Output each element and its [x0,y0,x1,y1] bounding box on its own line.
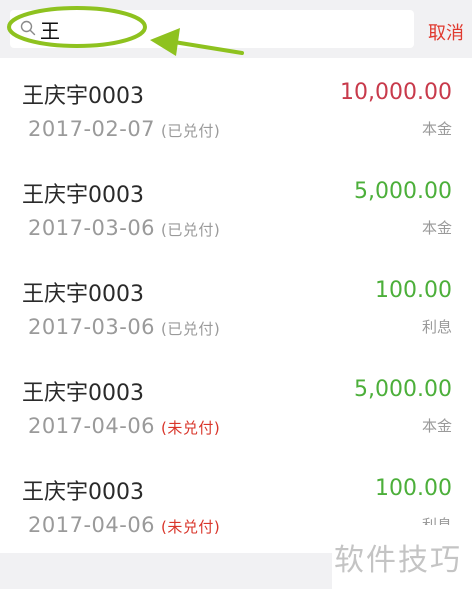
cancel-button[interactable]: 取消 [428,19,464,45]
record-date-line: 2017-04-06 (未兑付) [28,414,220,438]
watermark: 软件技巧 [334,543,462,578]
list-item[interactable]: 王庆宇0003 2017-03-06 (已兑付) 5,000.00 本金 [0,157,472,257]
highlight-oval [7,6,147,48]
list-item[interactable]: 王庆宇0003 2017-03-06 (已兑付) 100.00 利息 [0,256,472,356]
list-item[interactable]: 王庆宇0003 2017-02-07 (已兑付) 10,000.00 本金 [0,58,472,158]
record-status: (未兑付) [161,518,221,536]
record-type: 本金 [421,120,452,138]
record-type: 本金 [421,219,452,237]
record-status: (已兑付) [161,320,221,338]
record-status: (已兑付) [161,122,221,140]
record-name: 王庆宇0003 [22,381,144,406]
record-date: 2017-02-07 [28,117,156,141]
record-date-line: 2017-03-06 (已兑付) [28,216,220,240]
record-status: (未兑付) [161,419,221,437]
record-amount: 100.00 [375,278,452,303]
record-amount: 100.00 [375,476,452,501]
record-date: 2017-03-06 [28,315,156,339]
record-amount: 5,000.00 [354,179,452,204]
record-status: (已兑付) [161,221,221,239]
record-date: 2017-03-06 [28,216,156,240]
record-amount: 5,000.00 [354,377,452,402]
screen: 王 取消 王庆宇0003 2017-02-07 (已兑付) 10,000.00 本… [0,0,472,589]
record-date: 2017-04-06 [28,414,156,438]
record-name: 王庆宇0003 [22,183,144,208]
record-amount: 10,000.00 [340,80,452,105]
record-type: 本金 [421,417,452,435]
pointer-arrow [150,28,244,56]
record-date-line: 2017-04-06 (未兑付) [28,513,220,537]
record-type: 利息 [421,318,452,336]
record-name: 王庆宇0003 [22,480,144,505]
record-name: 王庆宇0003 [22,84,144,109]
record-date-line: 2017-03-06 (已兑付) [28,315,220,339]
record-date: 2017-04-06 [28,513,156,537]
list-item[interactable]: 王庆宇0003 2017-04-06 (未兑付) 5,000.00 本金 [0,355,472,455]
record-date-line: 2017-02-07 (已兑付) [28,117,220,141]
record-name: 王庆宇0003 [22,282,144,307]
